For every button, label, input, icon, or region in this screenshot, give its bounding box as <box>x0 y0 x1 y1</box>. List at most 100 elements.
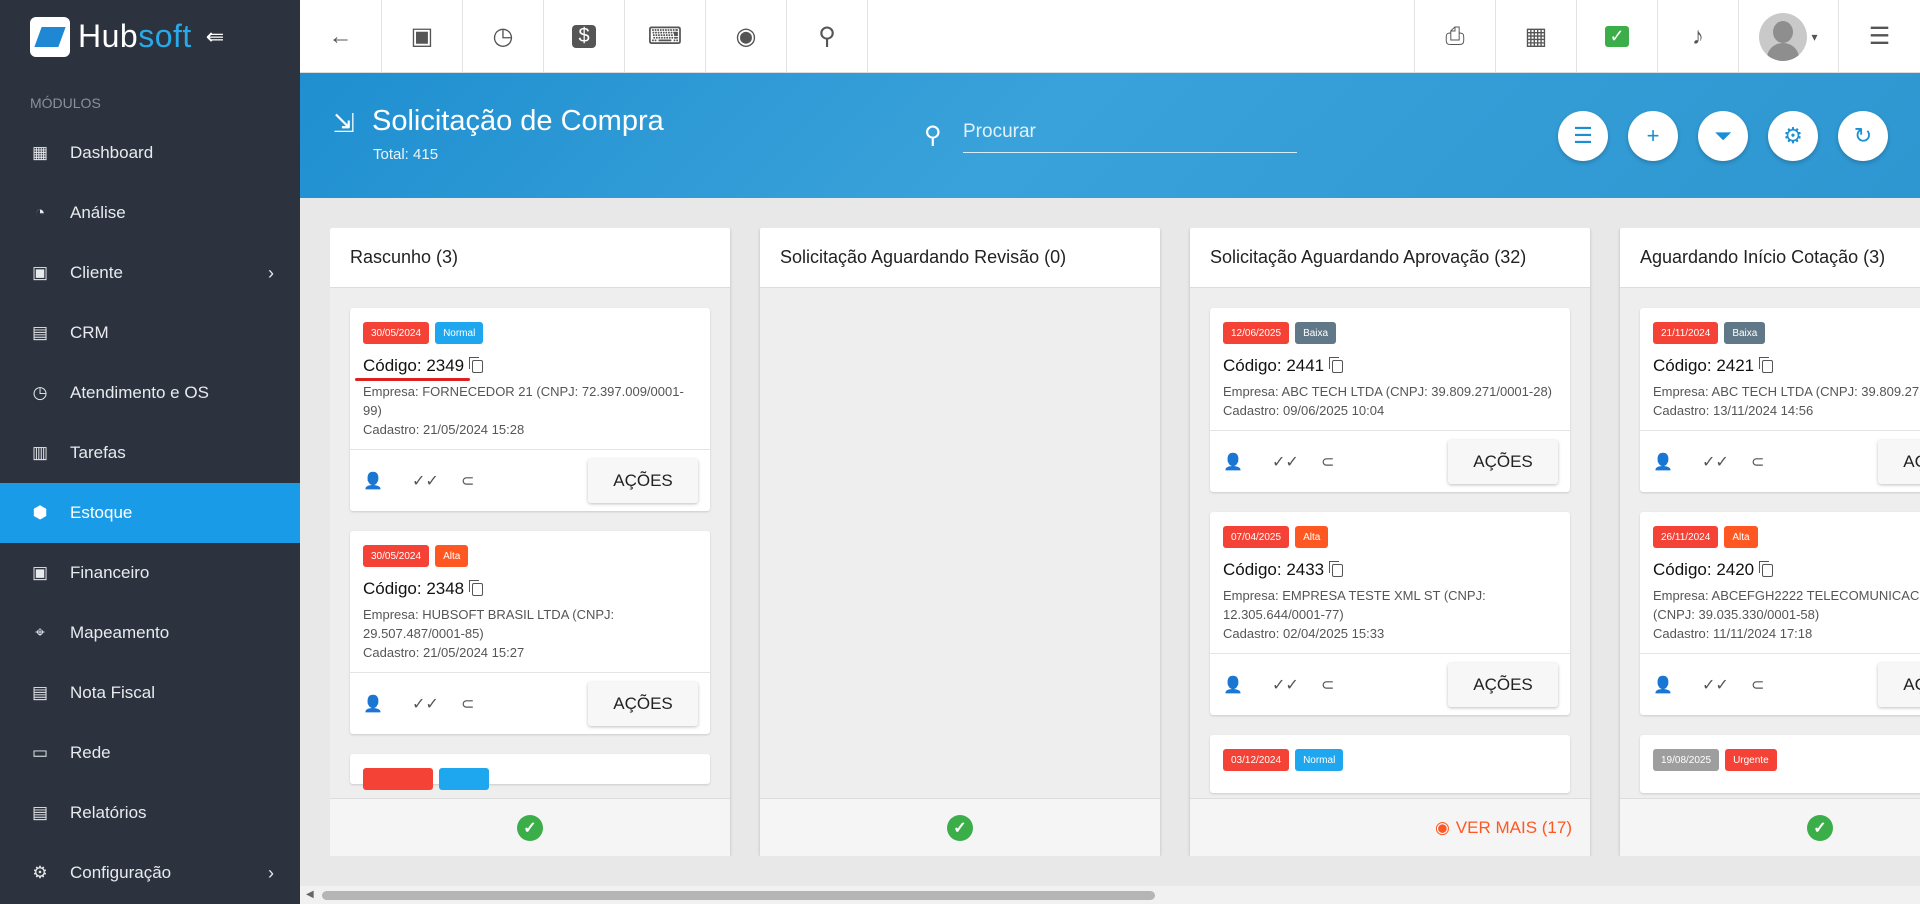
person-icon[interactable]: 👤 <box>1223 452 1272 472</box>
person-icon[interactable]: 👤 <box>1653 675 1702 695</box>
sidebar-item-icon: ▤ <box>31 803 49 822</box>
actions-button[interactable]: AÇÕES <box>588 458 698 503</box>
person-icon[interactable]: 👤 <box>363 694 412 714</box>
sidebar-item-mapeamento[interactable]: ⌖ Mapeamento <box>0 603 300 663</box>
attachment-icon[interactable]: ⊂ <box>1751 452 1800 472</box>
attachment-icon[interactable]: ⊂ <box>1751 675 1800 695</box>
sidebar-item-label: Cliente <box>70 263 123 282</box>
copy-icon[interactable] <box>1329 356 1344 373</box>
attachment-icon[interactable]: ⊂ <box>1321 675 1370 695</box>
actions-button[interactable]: AÇÕES <box>1878 662 1920 707</box>
eye-icon[interactable]: ◉ <box>706 0 787 73</box>
request-card[interactable]: 19/08/2025 Urgente <box>1640 735 1920 793</box>
card-empresa: Empresa: HUBSOFT BRASIL LTDA (CNPJ: 29.5… <box>363 607 615 641</box>
building-icon[interactable]: ▦ <box>1496 0 1577 73</box>
request-code: Código: 2441 <box>1223 356 1557 376</box>
search-icon[interactable]: ⚲ <box>787 0 868 73</box>
double-check-icon[interactable]: ✓✓ <box>1272 675 1321 695</box>
logo[interactable]: Hubsoft ⇚ <box>0 0 300 73</box>
date-badge: 12/06/2025 <box>1223 322 1290 344</box>
request-card[interactable]: 12/06/2025 Baixa Código: 2441 Empresa: ABC … <box>1210 308 1570 492</box>
card-empresa: Empresa: EMPRESA TESTE XML ST (CNPJ: 12.… <box>1223 588 1486 622</box>
scroll-left-icon[interactable]: ◀ <box>306 889 314 900</box>
sidebar-item-configura-o[interactable]: ⚙ Configuração › <box>0 843 300 903</box>
actions-button[interactable]: AÇÕES <box>588 681 698 726</box>
priority-badge: Alta <box>435 545 469 567</box>
pdf-icon[interactable]: ⎙ <box>1415 0 1496 73</box>
card-cadastro: Cadastro: 11/11/2024 17:18 <box>1653 626 1813 641</box>
actions-button[interactable]: AÇÕES <box>1448 662 1558 707</box>
sidebar-item-crm[interactable]: ▤ CRM <box>0 303 300 363</box>
sidebar-item-tarefas[interactable]: ▥ Tarefas <box>0 423 300 483</box>
person-icon[interactable]: 👤 <box>1223 675 1272 695</box>
actions-button[interactable]: AÇÕES <box>1878 439 1920 484</box>
eye-icon: ◉ <box>1434 817 1450 837</box>
copy-icon[interactable] <box>469 579 484 596</box>
dollar-icon[interactable]: $ <box>544 0 625 73</box>
copy-icon[interactable] <box>1759 356 1774 373</box>
priority-badge: Alta <box>1295 526 1329 548</box>
copy-icon[interactable] <box>1759 560 1774 577</box>
sidebar-item-label: Relatórios <box>70 803 147 822</box>
copy-icon[interactable] <box>469 356 484 373</box>
attachment-icon[interactable]: ⊂ <box>1321 452 1370 472</box>
sidebar-item-nota-fiscal[interactable]: ▤ Nota Fiscal <box>0 663 300 723</box>
request-card[interactable]: 26/11/2024 Alta Código: 2420 Empresa: ABCEF… <box>1640 512 1920 715</box>
request-card[interactable]: 30/05/2024 Alta Código: 2348 Empresa: HUBSO… <box>350 531 710 734</box>
terminal-icon[interactable]: ⌨ <box>625 0 706 73</box>
list-view-button[interactable]: ☰ <box>1558 111 1608 161</box>
double-check-icon[interactable]: ✓✓ <box>412 694 461 714</box>
logo-text: Hubsoft <box>78 18 192 54</box>
sidebar-item-label: Financeiro <box>70 563 150 582</box>
refresh-button[interactable]: ↻ <box>1838 111 1888 161</box>
actions-button[interactable]: AÇÕES <box>1448 439 1558 484</box>
contact-card-icon[interactable]: ▣ <box>382 0 463 73</box>
list-menu-icon[interactable]: ☰ <box>1839 0 1920 73</box>
scrollbar-thumb[interactable] <box>322 891 1155 900</box>
double-check-icon[interactable]: ✓✓ <box>1702 675 1751 695</box>
priority-badge: Baixa <box>1295 322 1337 344</box>
priority-badge: Baixa <box>1724 322 1766 344</box>
card-cadastro: Cadastro: 21/05/2024 15:28 <box>363 422 525 437</box>
add-button[interactable]: + <box>1628 111 1678 161</box>
horizontal-scrollbar[interactable]: ◀ <box>300 886 1920 904</box>
settings-button[interactable]: ⚙ <box>1768 111 1818 161</box>
person-icon[interactable]: 👤 <box>363 471 412 491</box>
column-body[interactable] <box>760 288 1160 798</box>
chat-check-icon[interactable]: ✓ <box>1577 0 1658 73</box>
request-card[interactable]: 07/04/2025 Alta Código: 2433 Empresa: EMPRE… <box>1210 512 1570 715</box>
request-card[interactable]: 21/11/2024 Baixa Código: 2421 Empresa: ABC … <box>1640 308 1920 492</box>
attachment-icon[interactable]: ⊂ <box>461 471 510 491</box>
back-arrow-icon[interactable]: ← <box>300 0 382 73</box>
filter-button[interactable]: ⏷ <box>1698 111 1748 161</box>
chevron-right-icon: › <box>268 862 274 883</box>
request-card[interactable]: 03/12/2024 Normal <box>1210 735 1570 793</box>
sidebar-item-an-lise[interactable]: ◔ Análise <box>0 183 300 243</box>
sidebar-item-relat-rios[interactable]: ▤ Relatórios <box>0 783 300 843</box>
double-check-icon[interactable]: ✓✓ <box>1272 452 1321 472</box>
sidebar-item-dashboard[interactable]: ▦ Dashboard <box>0 123 300 183</box>
person-icon[interactable]: 👤 <box>1653 452 1702 472</box>
kanban-column: Solicitação Aguardando Revisão (0) ✓ <box>760 228 1160 856</box>
sidebar-item-icon: ▭ <box>31 743 49 762</box>
double-check-icon[interactable]: ✓✓ <box>1702 452 1751 472</box>
search-input[interactable] <box>963 111 1297 153</box>
sidebar-item-atendimento-e-os[interactable]: ◷ Atendimento e OS <box>0 363 300 423</box>
copy-icon[interactable] <box>1329 560 1344 577</box>
bell-icon[interactable]: ♪ <box>1658 0 1739 73</box>
calendar-clock-icon[interactable]: ◷ <box>463 0 544 73</box>
user-menu[interactable]: ▾ <box>1739 0 1839 73</box>
attachment-icon[interactable]: ⊂ <box>461 694 510 714</box>
request-card[interactable] <box>350 754 710 790</box>
double-check-icon[interactable]: ✓✓ <box>412 471 461 491</box>
request-card[interactable]: 30/05/2024 Normal Código: 2349 Empresa: FOR… <box>350 308 710 511</box>
ver-mais-link[interactable]: ◉ VER MAIS (17) <box>1435 818 1572 838</box>
sidebar-item-rede[interactable]: ▭ Rede <box>0 723 300 783</box>
sidebar-item-cliente[interactable]: ▣ Cliente › <box>0 243 300 303</box>
column-body[interactable]: 21/11/2024 Baixa Código: 2421 Empresa: ABC … <box>1620 288 1920 798</box>
column-body[interactable]: 30/05/2024 Normal Código: 2349 Empresa: FOR… <box>330 288 730 798</box>
column-body[interactable]: 12/06/2025 Baixa Código: 2441 Empresa: ABC … <box>1190 288 1590 798</box>
sidebar-item-estoque[interactable]: ⬢ Estoque <box>0 483 300 543</box>
collapse-sidebar-icon[interactable]: ⇚ <box>206 24 224 50</box>
sidebar-item-financeiro[interactable]: ▣ Financeiro <box>0 543 300 603</box>
